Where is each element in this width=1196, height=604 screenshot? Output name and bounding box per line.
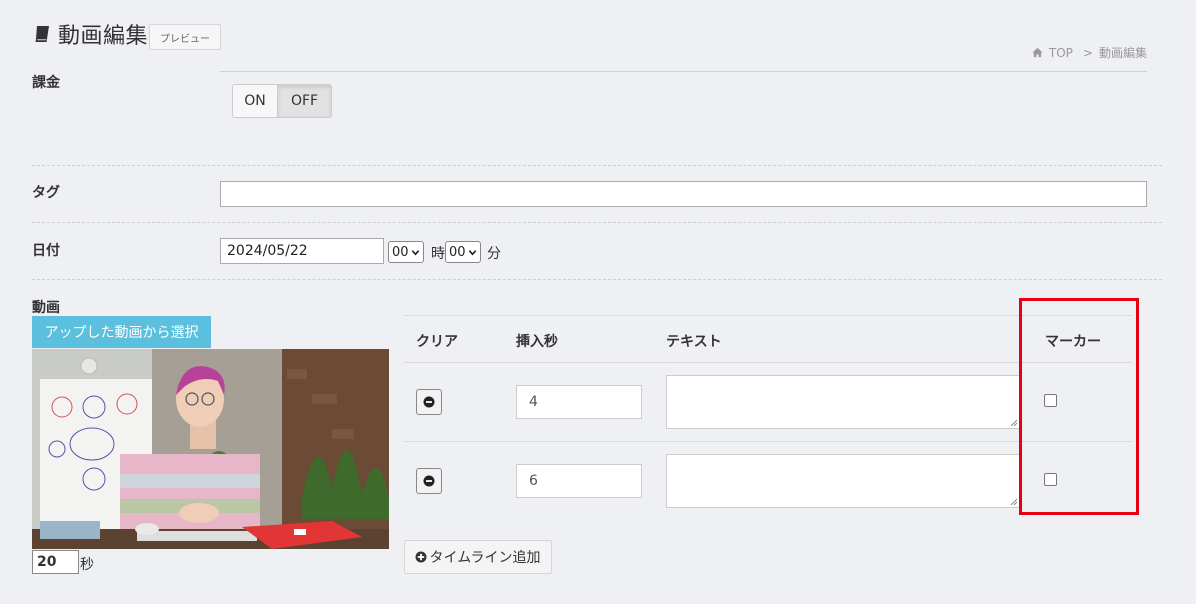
timeline-text-area[interactable] bbox=[666, 375, 1020, 429]
video-thumbnail-image bbox=[32, 349, 389, 549]
add-timeline-label: タイムライン追加 bbox=[429, 550, 541, 566]
hour-unit: 時 bbox=[431, 246, 445, 262]
header-divider bbox=[220, 71, 1147, 72]
breadcrumb-home[interactable]: TOP bbox=[1049, 46, 1073, 60]
timeline-text-area[interactable] bbox=[666, 454, 1020, 508]
clear-row-button[interactable] bbox=[416, 468, 442, 494]
section-divider bbox=[32, 165, 1162, 166]
breadcrumb-separator: > bbox=[1082, 45, 1093, 60]
minute-select[interactable]: 00 bbox=[445, 241, 481, 263]
minus-circle-icon bbox=[423, 475, 435, 487]
chevron-down-icon bbox=[468, 249, 476, 256]
insert-seconds-input[interactable]: 4 bbox=[516, 385, 642, 419]
section-divider bbox=[32, 279, 1162, 280]
hour-select-value: 00 bbox=[392, 244, 409, 260]
column-header-insert-seconds: 挿入秒 bbox=[516, 334, 558, 350]
seconds-unit: 秒 bbox=[80, 557, 94, 573]
page-title: 動画編集 bbox=[32, 18, 148, 50]
resize-grip-icon bbox=[1010, 419, 1017, 426]
section-divider bbox=[32, 222, 1162, 223]
minute-unit: 分 bbox=[487, 246, 501, 262]
breadcrumb: TOP > 動画編集 bbox=[1032, 44, 1147, 61]
minute-select-value: 00 bbox=[449, 244, 466, 260]
column-header-clear: クリア bbox=[416, 334, 458, 350]
tag-label: タグ bbox=[32, 185, 60, 201]
marker-highlight-box bbox=[1019, 298, 1139, 515]
billing-off-button[interactable]: OFF bbox=[278, 84, 332, 118]
clear-row-button[interactable] bbox=[416, 389, 442, 415]
select-uploaded-video-button[interactable]: アップした動画から選択 bbox=[32, 316, 211, 348]
billing-label: 課金 bbox=[32, 75, 60, 91]
insert-seconds-input[interactable]: 6 bbox=[516, 464, 642, 498]
video-thumbnail[interactable] bbox=[32, 349, 389, 549]
minus-circle-icon bbox=[423, 396, 435, 408]
breadcrumb-current: 動画編集 bbox=[1098, 46, 1147, 60]
tag-input[interactable] bbox=[220, 181, 1147, 207]
date-label: 日付 bbox=[32, 243, 60, 259]
video-label: 動画 bbox=[32, 300, 60, 316]
billing-on-button[interactable]: ON bbox=[232, 84, 278, 118]
date-input[interactable]: 2024/05/22 bbox=[220, 238, 384, 264]
plus-circle-icon bbox=[415, 551, 427, 563]
column-header-text: テキスト bbox=[666, 334, 722, 350]
resize-grip-icon bbox=[1010, 498, 1017, 505]
home-icon bbox=[1032, 47, 1043, 58]
add-timeline-button[interactable]: タイムライン追加 bbox=[404, 540, 552, 574]
seconds-input[interactable]: 20 bbox=[32, 550, 79, 574]
hour-select[interactable]: 00 bbox=[388, 241, 424, 263]
billing-toggle: ON OFF bbox=[232, 84, 332, 118]
book-icon bbox=[35, 26, 49, 42]
preview-button[interactable]: プレビュー bbox=[149, 24, 221, 50]
chevron-down-icon bbox=[411, 249, 419, 256]
page-title-text: 動画編集 bbox=[58, 24, 149, 49]
